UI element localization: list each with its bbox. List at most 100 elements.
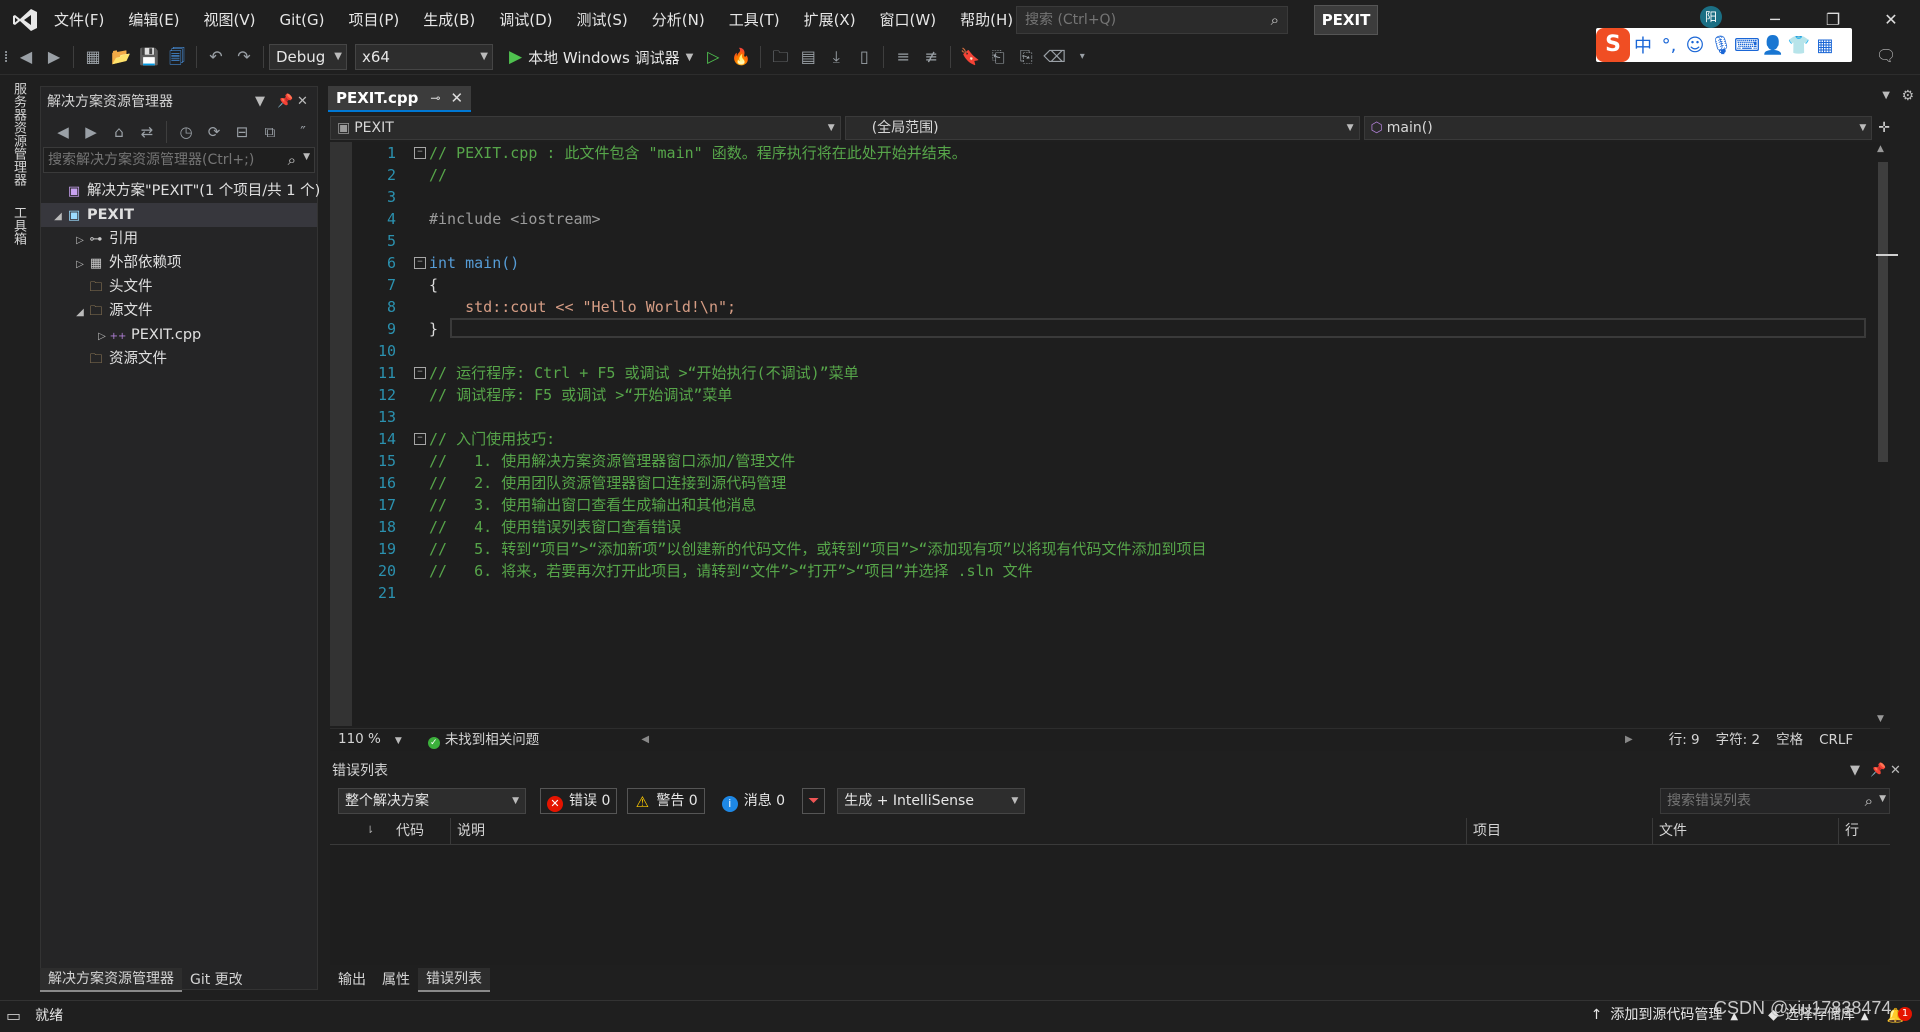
settings-gear-icon[interactable]: ⚙ (1901, 88, 1914, 104)
uncomment-icon[interactable]: ≢ (920, 46, 942, 68)
pin-icon[interactable]: ⊸ (430, 85, 440, 111)
bookmark-icon[interactable]: 🔖 (959, 46, 981, 68)
char-indicator[interactable]: 字符: 2 (1708, 729, 1768, 751)
code-line[interactable]: 8 std::cout << "Hello World!\n"; (352, 296, 1872, 318)
menu-item[interactable]: 视图(V) (192, 0, 268, 40)
code-line[interactable]: 6 − int main() (352, 252, 1872, 274)
emoji-icon[interactable]: ☺ (1682, 35, 1708, 56)
account-avatar[interactable]: 阳 (1700, 6, 1722, 28)
toolbar-overflow-icon[interactable]: ▾ (1071, 46, 1093, 68)
start-without-debugging-icon[interactable]: ▷ (702, 46, 724, 68)
zoom-select[interactable]: 110 % ▼ (330, 728, 410, 752)
open-folder-icon[interactable]: 📂 (110, 46, 132, 68)
error-scope-select[interactable]: 整个解决方案 ▼ (338, 788, 526, 814)
code-line[interactable]: 20 // 6. 将来，若要再次打开此项目，请转到“文件”>“打开”>“项目”并选… (352, 560, 1872, 582)
save-all-icon[interactable]: 🗐 (166, 46, 188, 68)
tab-overflow-icon[interactable]: ▼ (1882, 90, 1890, 101)
code-line[interactable]: 3 (352, 186, 1872, 208)
warnings-filter-button[interactable]: ⚠ 警告 0 (627, 788, 705, 814)
column-icon[interactable]: ▯ (853, 46, 875, 68)
code-line[interactable]: 1 −// PEXIT.cpp : 此文件包含 "main" 函数。程序执行将在此… (352, 142, 1872, 164)
browse-icon[interactable]: 🗀 (769, 46, 791, 68)
tab-error-list[interactable]: 错误列表 (418, 968, 490, 992)
scrollbar-thumb[interactable] (1878, 162, 1888, 462)
microphone-icon[interactable]: 🎙 (1708, 35, 1734, 56)
clear-bookmarks-icon[interactable]: ⌫ (1043, 46, 1066, 68)
tree-item[interactable]: ▷ ++ PEXIT.cpp (41, 323, 317, 347)
forward-icon[interactable]: ▶ (80, 121, 102, 143)
server-explorer-tab[interactable]: 服务器资源管理器 (0, 76, 37, 192)
issues-indicator[interactable]: ✓ 未找到相关问题 (420, 729, 548, 751)
code-line[interactable]: 21 (352, 582, 1872, 604)
next-bookmark-icon[interactable]: ⎘ (1015, 46, 1037, 68)
code-line[interactable]: 12 // 调试程序: F5 或调试 >“开始调试”菜单 (352, 384, 1872, 406)
chevron-down-icon[interactable]: ▼ (686, 52, 694, 63)
fold-toggle-icon[interactable]: − (414, 256, 426, 269)
code-line[interactable]: 19 // 5. 转到“项目”>“添加新项”以创建新的代码文件，或转到“项目”>“… (352, 538, 1872, 560)
code-line[interactable]: 5 (352, 230, 1872, 252)
eol-indicator[interactable]: CRLF (1811, 729, 1861, 751)
skin-icon[interactable]: 👕 (1786, 35, 1812, 56)
tree-item[interactable]: ▷ ⊶ 引用 (41, 227, 317, 251)
column-file[interactable]: 文件 (1652, 818, 1838, 844)
forward-icon[interactable]: ▶ (43, 46, 65, 68)
column-description[interactable]: 说明 (450, 818, 1466, 844)
window-layout-icon[interactable]: ▤ (797, 46, 819, 68)
tree-item[interactable]: ◢ ▣ PEXIT (41, 203, 317, 227)
column-line[interactable]: 行 (1838, 818, 1890, 844)
chevron-down-icon[interactable]: ▼ (255, 87, 265, 117)
menu-item[interactable]: 工具(T) (717, 0, 792, 40)
code-editor[interactable]: 1−// PEXIT.cpp : 此文件包含 "main" 函数。程序执行将在此… (330, 142, 1898, 726)
menu-item[interactable]: 文件(F) (42, 0, 116, 40)
close-tab-icon[interactable]: ✕ (450, 85, 463, 111)
save-icon[interactable]: 💾 (138, 46, 160, 68)
error-list-body[interactable] (330, 845, 1890, 965)
project-dropdown[interactable]: ▣ PEXIT ▼ (330, 116, 841, 140)
expand-toggle-icon[interactable]: ◢ (73, 301, 87, 325)
fold-toggle-icon[interactable]: − (414, 432, 426, 445)
tree-item[interactable]: ▷ ▦ 外部依赖项 (41, 251, 317, 275)
solution-search-box[interactable]: ⌕ ▼ (43, 147, 315, 173)
tab-properties[interactable]: 属性 (374, 969, 418, 991)
hot-reload-icon[interactable]: 🔥 (730, 46, 752, 68)
tree-item[interactable]: ◢ 🗀 源文件 (41, 299, 317, 323)
live-share-icon[interactable]: 🗨 (1876, 46, 1896, 65)
code-line[interactable]: 9} (352, 318, 1872, 340)
menu-item[interactable]: 分析(N) (640, 0, 717, 40)
tab-pexit-cpp[interactable]: PEXIT.cpp ⊸ ✕ (328, 85, 472, 112)
code-line[interactable]: 2 // (352, 164, 1872, 186)
solution-search-input[interactable] (44, 148, 282, 172)
scroll-up-icon[interactable]: ▲ (1877, 144, 1884, 154)
tab-solution-explorer[interactable]: 解决方案资源管理器 (40, 968, 182, 992)
ime-logo-icon[interactable]: S (1596, 28, 1630, 62)
menu-item[interactable]: 调试(D) (487, 0, 564, 40)
search-input[interactable] (1017, 7, 1263, 33)
sort-indicator-icon[interactable]: ⇂ (360, 818, 390, 844)
split-editor-icon[interactable]: ✛ (1878, 120, 1890, 136)
tab-output[interactable]: 输出 (330, 969, 374, 991)
back-icon[interactable]: ◀ (52, 121, 74, 143)
code-line[interactable]: 4 #include <iostream> (352, 208, 1872, 230)
scroll-down-icon[interactable]: ▼ (1877, 714, 1884, 724)
search-box[interactable]: ⌕ (1016, 6, 1288, 34)
more-icon[interactable]: ″ (292, 121, 314, 143)
expand-toggle-icon[interactable]: ▷ (73, 229, 87, 253)
fold-toggle-icon[interactable]: − (414, 146, 426, 159)
menu-item[interactable]: 帮助(H) (948, 0, 1025, 40)
chevron-down-icon[interactable]: ▼ (1879, 794, 1886, 804)
error-search-box[interactable]: ⌕ ▼ (1660, 788, 1890, 814)
menu-item[interactable]: 项目(P) (337, 0, 412, 40)
back-icon[interactable]: ◀ (15, 46, 37, 68)
messages-filter-button[interactable]: i 消息 0 (715, 788, 792, 814)
user-icon[interactable]: 👤 (1760, 35, 1786, 56)
home-icon[interactable]: ⌂ (108, 121, 130, 143)
keyboard-icon[interactable]: ⌨ (1734, 35, 1760, 56)
member-dropdown[interactable]: ⬡ main() ▼ (1363, 116, 1873, 140)
tree-item[interactable]: 🗀 头文件 (41, 275, 317, 299)
start-debugging-button[interactable]: ▶ 本地 Windows 调试器 ▼ (503, 47, 699, 68)
pin-icon[interactable]: 📌 (1870, 758, 1886, 784)
column-code[interactable]: 代码 (390, 818, 450, 844)
menu-item[interactable]: 生成(B) (411, 0, 487, 40)
expand-toggle-icon[interactable]: ◢ (51, 205, 65, 229)
clear-filter-button[interactable]: ⏷ (802, 788, 826, 814)
